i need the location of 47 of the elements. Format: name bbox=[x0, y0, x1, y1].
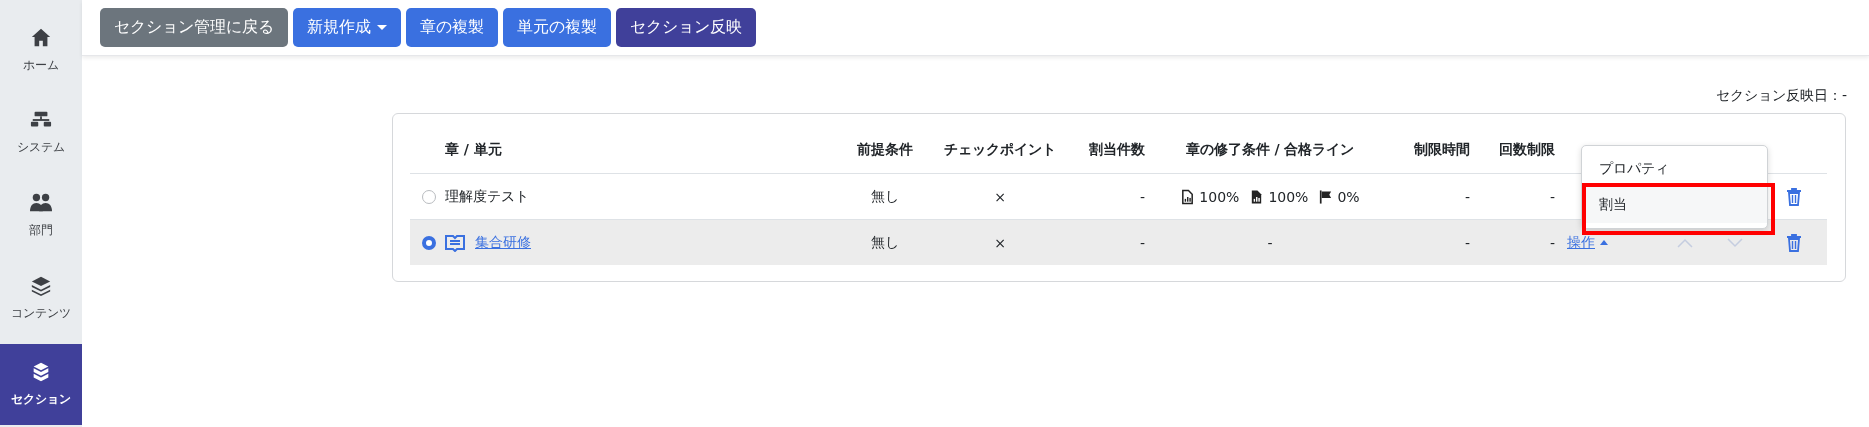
table-cell-text: - bbox=[1138, 188, 1146, 205]
table-cell-text: - bbox=[1548, 188, 1556, 205]
toolbar-button[interactable]: セクション反映 bbox=[616, 8, 756, 47]
sidebar-item[interactable]: セクション bbox=[0, 344, 82, 425]
contents-icon bbox=[30, 274, 52, 297]
toolbar-button[interactable]: 新規作成 bbox=[293, 8, 401, 47]
radio-button[interactable] bbox=[422, 189, 436, 204]
table-cell: 0% bbox=[1337, 188, 1360, 205]
table-cell-text: 無し bbox=[870, 187, 900, 206]
table-cell-text: - bbox=[1266, 234, 1274, 251]
actions-link[interactable]: 操作 bbox=[1567, 233, 1595, 252]
caret-icon bbox=[1600, 240, 1608, 245]
column-header: 前提条件 bbox=[856, 140, 914, 159]
file-chart-icon bbox=[1180, 188, 1196, 205]
flag-icon bbox=[1318, 188, 1334, 205]
column-header: 割当件数 bbox=[1088, 140, 1146, 159]
toolbar-button[interactable]: セクション管理に戻る bbox=[100, 8, 288, 47]
trash-icon[interactable] bbox=[1785, 187, 1802, 206]
table-cell: 100% bbox=[1199, 188, 1240, 205]
radio-button[interactable] bbox=[422, 235, 436, 250]
table-cell-text: × bbox=[993, 234, 1007, 251]
column-header: 回数制限 bbox=[1498, 140, 1556, 159]
table-cell-text: - bbox=[1138, 234, 1146, 251]
reflect-date: セクション反映日：- bbox=[1715, 87, 1847, 105]
column-header: チェックポイント bbox=[943, 140, 1057, 159]
sidebar-item[interactable]: コンテンツ bbox=[0, 257, 82, 339]
unit-link[interactable]: 集合研修 bbox=[475, 233, 531, 252]
toolbar-button[interactable]: 単元の複製 bbox=[503, 8, 611, 47]
table-cell-text: × bbox=[993, 188, 1007, 205]
table-cell-text: - bbox=[1463, 188, 1471, 205]
sidebar-item[interactable]: システム bbox=[0, 92, 82, 174]
department-icon bbox=[30, 192, 52, 214]
table-cell: 理解度テスト bbox=[445, 187, 529, 206]
menu-item[interactable]: プロパティ bbox=[1582, 151, 1767, 187]
trash-icon[interactable] bbox=[1785, 233, 1802, 252]
home-icon bbox=[30, 26, 52, 49]
toolbar-button[interactable]: 章の複製 bbox=[406, 8, 498, 47]
sidebar-item[interactable]: ホーム bbox=[0, 10, 82, 91]
table-cell-text: - bbox=[1548, 234, 1556, 251]
table-cell-text: - bbox=[1463, 234, 1471, 251]
sidebar-item[interactable]: 部門 bbox=[0, 175, 82, 256]
table-cell: 100% bbox=[1268, 188, 1309, 205]
book-icon bbox=[445, 233, 465, 252]
table-cell-text: 無し bbox=[870, 233, 900, 252]
column-header: 章 / 単元 bbox=[445, 140, 503, 159]
column-header: 章の修了条件 / 合格ライン bbox=[1184, 140, 1356, 159]
column-header: 制限時間 bbox=[1413, 140, 1471, 159]
